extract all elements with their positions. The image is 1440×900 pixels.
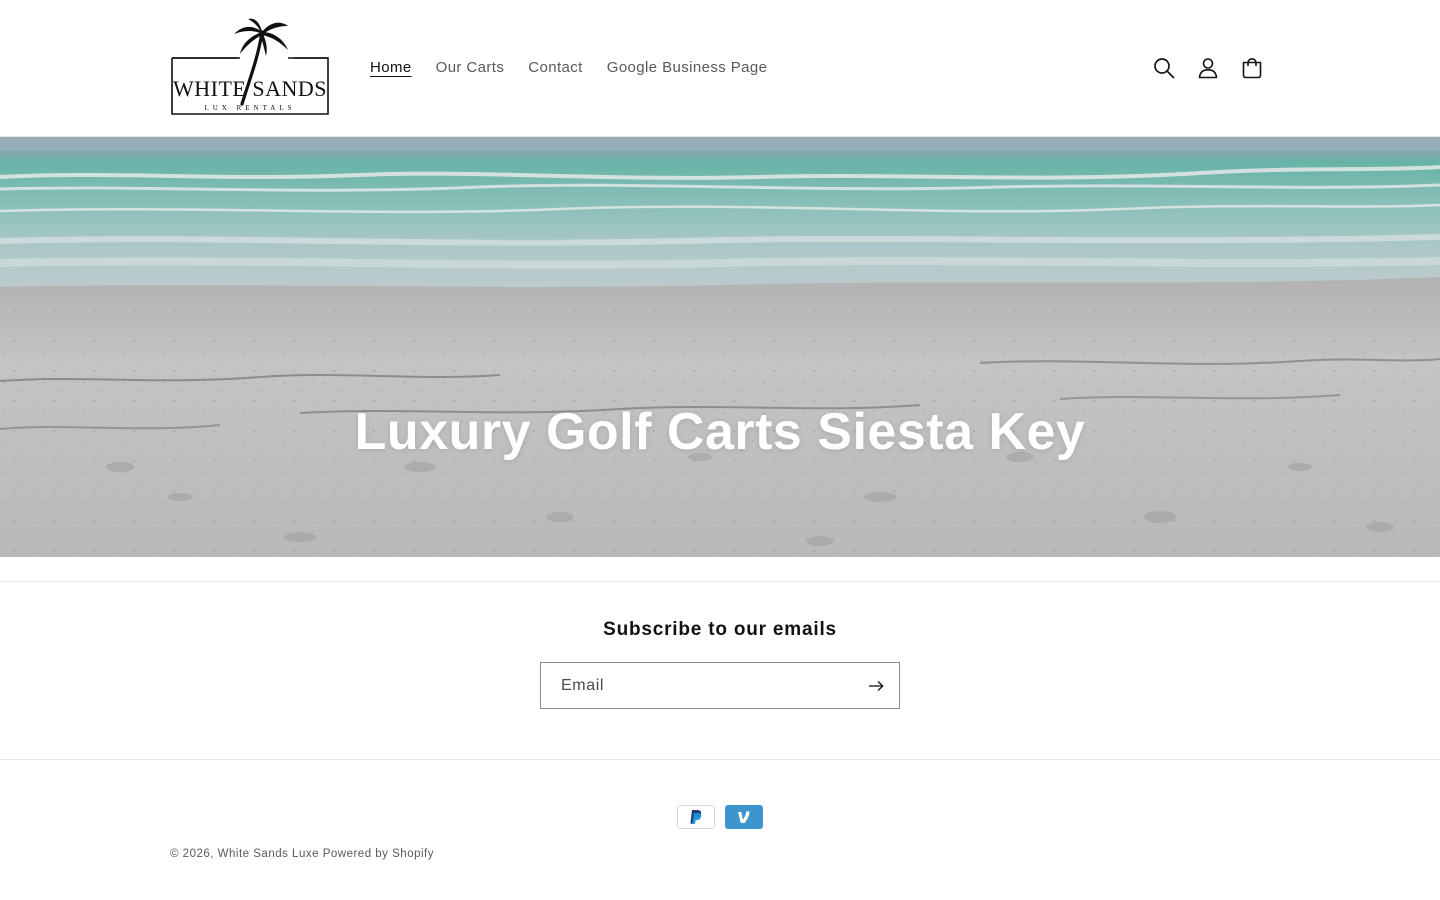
venmo-icon xyxy=(725,805,763,829)
nav-item-contact[interactable]: Contact xyxy=(516,50,595,86)
newsletter-heading: Subscribe to our emails xyxy=(603,619,837,640)
main-nav: Home Our Carts Contact Google Business P… xyxy=(358,50,779,86)
hero-title: Luxury Golf Carts Siesta Key xyxy=(354,403,1086,461)
footer-divider xyxy=(0,759,1440,760)
store-name-link[interactable]: White Sands Luxe xyxy=(218,848,319,860)
site-header: WHITE SANDS LUX RENTALS Home Our Carts C… xyxy=(0,0,1440,137)
search-icon[interactable] xyxy=(1142,46,1186,90)
nav-item-google-business-page[interactable]: Google Business Page xyxy=(595,50,780,86)
cart-icon[interactable] xyxy=(1230,46,1274,90)
arrow-right-icon xyxy=(869,681,884,691)
section-divider xyxy=(0,581,1440,582)
logo-graphic: WHITE SANDS LUX RENTALS xyxy=(171,18,329,115)
email-input[interactable] xyxy=(541,663,861,708)
logo-subtext: LUX RENTALS xyxy=(204,104,295,112)
nav-item-our-carts[interactable]: Our Carts xyxy=(424,50,517,86)
logo[interactable]: WHITE SANDS LUX RENTALS xyxy=(170,18,330,118)
hero-banner: Luxury Golf Carts Siesta Key xyxy=(0,137,1440,557)
subscribe-button[interactable] xyxy=(859,669,893,703)
payment-icons xyxy=(677,805,763,829)
header-icons xyxy=(1142,46,1274,90)
copyright: © 2026, White Sands Luxe Powered by Shop… xyxy=(170,846,434,862)
nav-item-home[interactable]: Home xyxy=(358,50,424,86)
email-field xyxy=(540,662,900,709)
paypal-icon xyxy=(677,805,715,829)
powered-by-link[interactable]: Powered by Shopify xyxy=(323,848,434,860)
beach-image xyxy=(0,137,1440,557)
copyright-prefix: © 2026, xyxy=(170,848,214,860)
account-icon[interactable] xyxy=(1186,46,1230,90)
logo-text: WHITE SANDS xyxy=(173,76,327,101)
